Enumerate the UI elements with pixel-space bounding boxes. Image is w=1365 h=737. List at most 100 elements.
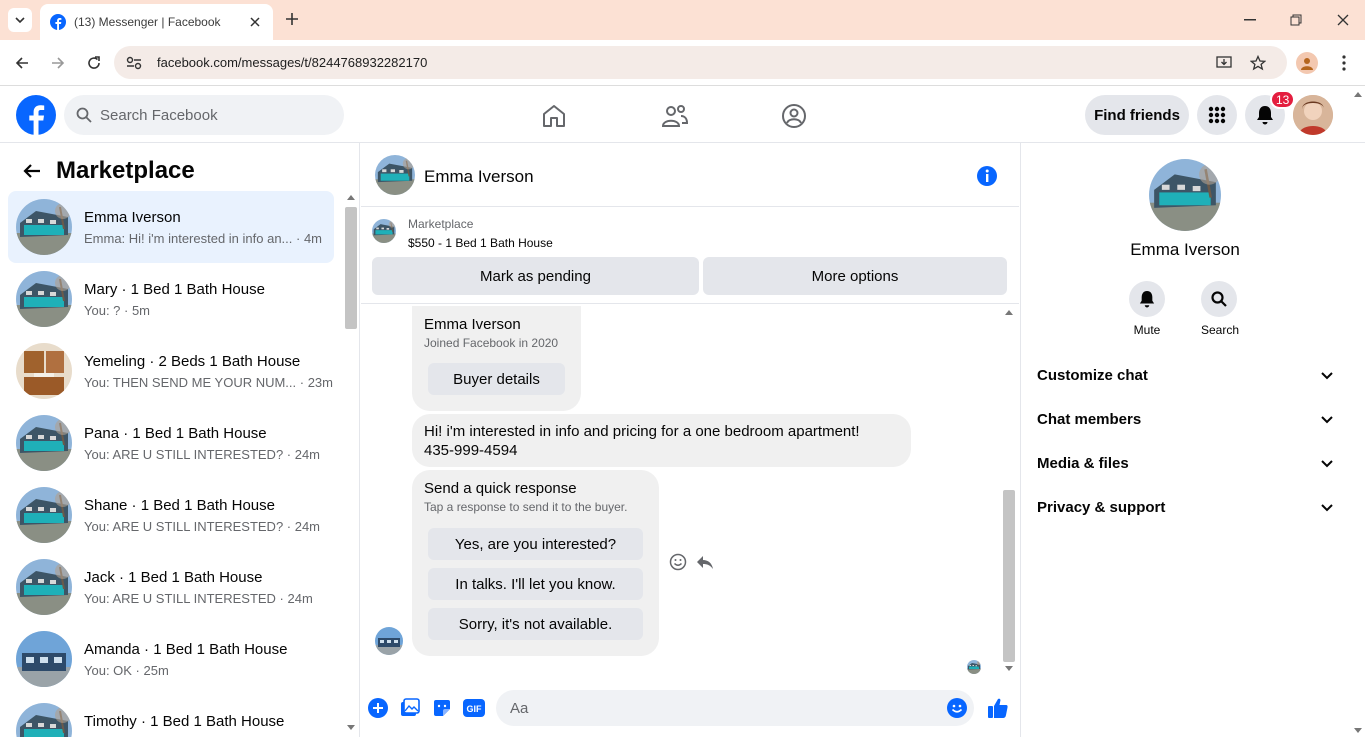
search-action[interactable]: Search — [1201, 281, 1239, 337]
url-text[interactable]: facebook.com/messages/t/8244768932282170 — [157, 55, 427, 70]
mute-action[interactable]: Mute — [1129, 281, 1165, 337]
quick-response-talks-button[interactable]: In talks. I'll let you know. — [428, 568, 643, 600]
friends-icon[interactable] — [660, 101, 690, 131]
scroll-down-arrow[interactable] — [347, 725, 355, 730]
conversation-item[interactable]: Pana · 1 Bed 1 Bath House You: ARE U STIL… — [8, 407, 334, 479]
reload-icon[interactable] — [82, 51, 106, 75]
bookmark-star-icon[interactable] — [1248, 53, 1268, 73]
mute-label: Mute — [1133, 323, 1161, 337]
page-scroll-down-arrow[interactable] — [1354, 728, 1362, 733]
contact-avatar[interactable] — [375, 155, 415, 195]
message-input[interactable]: Aa — [496, 690, 974, 726]
chat-scrollbar[interactable] — [1001, 308, 1017, 676]
more-options-button[interactable]: More options — [703, 257, 1007, 295]
profile-icon[interactable] — [1296, 52, 1318, 74]
conversation-preview: You: THEN SEND ME YOUR NUM... · 23m — [84, 374, 333, 390]
conversation-preview: You: OK · 25m — [84, 662, 169, 678]
emoji-icon[interactable] — [946, 697, 968, 719]
conversation-name: Timothy · 1 Bed 1 Bath House — [84, 712, 285, 730]
mark-pending-button[interactable]: Mark as pending — [372, 257, 699, 295]
account-avatar[interactable] — [1293, 95, 1333, 135]
listing-bar: Marketplace $550 - 1 Bed 1 Bath House Ma… — [361, 208, 1019, 304]
conversation-item[interactable]: Shane · 1 Bed 1 Bath House You: ARE U STI… — [8, 479, 334, 551]
close-window-icon[interactable] — [1331, 10, 1355, 30]
thumbs-up-icon[interactable] — [985, 695, 1011, 721]
listing-thumbnail[interactable] — [372, 219, 396, 243]
conversation-item[interactable]: Mary · 1 Bed 1 Bath House You: ? · 5m — [8, 263, 334, 335]
section-label: Chat members — [1037, 411, 1142, 428]
conversation-item[interactable]: Amanda · 1 Bed 1 Bath House You: OK · 25m — [8, 623, 334, 695]
facebook-favicon-icon — [50, 14, 66, 30]
groups-icon[interactable] — [779, 101, 809, 131]
contact-name[interactable]: Emma Iverson — [424, 167, 534, 187]
listing-title[interactable]: $550 - 1 Bed 1 Bath House — [408, 236, 553, 250]
section-media-files[interactable]: Media & files — [1037, 455, 1333, 472]
scroll-thumb[interactable] — [345, 207, 357, 329]
page-scroll-up-arrow[interactable] — [1354, 92, 1362, 97]
buyer-profile-card: Emma Iverson Joined Facebook in 2020 Buy… — [412, 306, 581, 411]
browser-menu-icon[interactable] — [1334, 52, 1354, 74]
conversation-avatar — [16, 343, 72, 399]
section-chat-members[interactable]: Chat members — [1037, 411, 1333, 428]
find-friends-button[interactable]: Find friends — [1085, 95, 1189, 135]
chat-scroll-thumb[interactable] — [1003, 490, 1015, 662]
browser-tab-bar: (13) Messenger | Facebook — [0, 0, 1365, 40]
minimize-icon[interactable] — [1238, 10, 1262, 30]
sticker-icon[interactable] — [431, 697, 453, 719]
section-customize-chat[interactable]: Customize chat — [1037, 367, 1333, 384]
new-tab-icon[interactable] — [282, 9, 302, 29]
incoming-message[interactable]: Hi! i'm interested in info and pricing f… — [412, 414, 911, 467]
conversation-avatar — [16, 559, 72, 615]
chat-panel: Emma Iverson Marketplace $550 - 1 Bed 1 … — [361, 143, 1019, 737]
conversation-item[interactable]: Emma Iverson Emma: Hi! i'm interested in … — [8, 191, 334, 263]
gif-icon[interactable]: GIF — [462, 697, 486, 719]
quick-response-yes-button[interactable]: Yes, are you interested? — [428, 528, 643, 560]
bell-icon — [1257, 106, 1273, 125]
search-magnifier-icon[interactable] — [1201, 281, 1237, 317]
forward-icon[interactable] — [46, 51, 70, 75]
chat-scroll-down-arrow[interactable] — [1005, 666, 1013, 671]
close-tab-icon[interactable] — [247, 14, 263, 30]
buyer-details-button[interactable]: Buyer details — [428, 363, 565, 395]
mute-bell-icon[interactable] — [1129, 281, 1165, 317]
info-icon[interactable] — [976, 165, 998, 187]
reply-icon[interactable] — [695, 552, 715, 572]
omnibox[interactable]: facebook.com/messages/t/8244768932282170 — [114, 46, 1287, 79]
tab-title: (13) Messenger | Facebook — [74, 15, 221, 29]
sender-avatar[interactable] — [375, 627, 403, 655]
listing-label: Marketplace — [408, 217, 474, 231]
search-placeholder: Search Facebook — [100, 106, 218, 124]
conversation-preview: You: ARE U STILL INTERESTED? · 24m — [84, 518, 321, 534]
conversation-avatar — [16, 631, 72, 687]
quick-response-unavailable-button[interactable]: Sorry, it's not available. — [428, 608, 643, 640]
conversation-preview: You: ARE U STILL INTERESTED · 24m — [84, 590, 313, 606]
back-arrow-icon[interactable] — [20, 159, 44, 183]
tab-search-icon[interactable] — [8, 8, 32, 32]
conversation-item[interactable]: Yemeling · 2 Beds 1 Bath House You: THEN … — [8, 335, 334, 407]
quick-response-title: Send a quick response — [424, 480, 577, 497]
restore-icon[interactable] — [1284, 10, 1308, 30]
chevron-down-icon — [1321, 459, 1333, 467]
details-avatar[interactable] — [1149, 159, 1221, 231]
page-scrollbar[interactable] — [1351, 88, 1365, 737]
back-icon[interactable] — [10, 51, 34, 75]
facebook-logo[interactable] — [16, 95, 56, 135]
chat-scroll-up-arrow[interactable] — [1005, 310, 1013, 315]
message-composer: GIF Aa — [361, 681, 1019, 737]
photo-icon[interactable] — [399, 697, 421, 719]
menu-button[interactable] — [1197, 95, 1237, 135]
conversation-item[interactable]: Timothy · 1 Bed 1 Bath HouseYou: ? · 40m — [8, 695, 334, 737]
react-emoji-icon[interactable] — [668, 552, 688, 572]
facebook-search[interactable]: Search Facebook — [64, 95, 344, 135]
section-privacy-support[interactable]: Privacy & support — [1037, 499, 1333, 516]
scroll-up-arrow[interactable] — [347, 195, 355, 200]
home-icon[interactable] — [539, 101, 569, 131]
plus-icon[interactable] — [367, 697, 389, 719]
chat-details-panel: Emma Iverson Mute Search Customize chat … — [1020, 92, 1365, 737]
browser-tab[interactable]: (13) Messenger | Facebook — [40, 4, 273, 40]
install-app-icon[interactable] — [1214, 53, 1234, 73]
site-info-icon[interactable] — [124, 53, 144, 73]
conversation-item[interactable]: Jack · 1 Bed 1 Bath House You: ARE U STIL… — [8, 551, 334, 623]
sidebar-scrollbar[interactable] — [344, 193, 358, 737]
conversation-avatar — [16, 199, 72, 255]
